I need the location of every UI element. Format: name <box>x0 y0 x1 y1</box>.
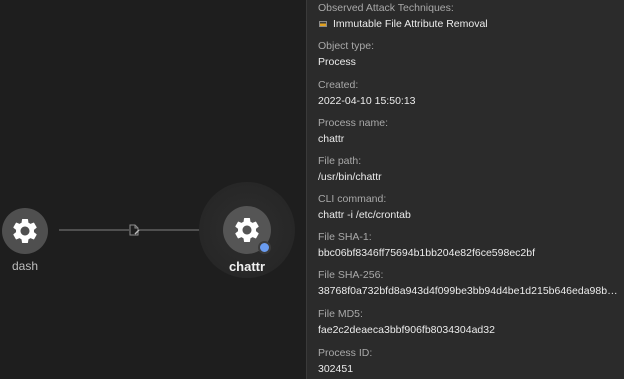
field-label: File SHA-1: <box>318 231 372 243</box>
node-label: chattr <box>228 259 266 274</box>
field-value: /usr/bin/chattr <box>318 171 382 183</box>
process-graph-canvas[interactable]: dash chattr <box>0 0 306 379</box>
object-type-field: Object type: Process <box>318 39 618 69</box>
field-label: File path: <box>318 155 362 167</box>
md5-field: File MD5: fae2c2deaeca3bbf906fb8034304ad… <box>318 307 618 337</box>
field-value: chattr -i /etc/crontab <box>318 209 411 221</box>
field-label: Created: <box>318 79 359 91</box>
process-id-field: Process ID: 302451 <box>318 346 618 376</box>
gear-icon <box>13 219 37 243</box>
cli-command-field: CLI command: chattr -i /etc/crontab <box>318 192 618 222</box>
file-edit-icon <box>129 224 140 236</box>
field-value: 302451 <box>318 363 354 375</box>
technique-severity-icon <box>319 21 327 27</box>
field-label: File SHA-256: <box>318 269 384 281</box>
field-label: File MD5: <box>318 308 363 320</box>
technique-name[interactable]: Immutable File Attribute Removal <box>333 17 488 31</box>
sha1-field: File SHA-1: bbc06bf8346ff75694b1bb204e82… <box>318 230 618 260</box>
graph-node-chattr[interactable]: chattr <box>216 200 278 278</box>
field-value: Process <box>318 56 356 68</box>
details-panel: Observed Attack Techniques: Immutable Fi… <box>306 0 624 379</box>
gear-icon <box>235 218 259 242</box>
created-field: Created: 2022-04-10 15:50:13 <box>318 78 618 108</box>
attack-techniques-section: Observed Attack Techniques: Immutable Fi… <box>318 1 618 31</box>
field-value: 38768f0a732bfd8a943d4f099be3bb94d4be1d21… <box>318 285 618 297</box>
node-circle[interactable] <box>2 208 48 254</box>
attack-technique-item[interactable]: Immutable File Attribute Removal <box>318 17 618 31</box>
field-label: Object type: <box>318 40 375 52</box>
field-value: bbc06bf8346ff75694b1bb204e82f6ce598ec2bf <box>318 247 536 259</box>
field-label: Process ID: <box>318 347 373 359</box>
status-dot <box>258 241 271 254</box>
sha256-field: File SHA-256: 38768f0a732bfd8a943d4f099b… <box>318 268 618 298</box>
process-name-field: Process name: chattr <box>318 116 618 146</box>
node-label: dash <box>11 259 39 273</box>
file-path-field: File path: /usr/bin/chattr <box>318 154 618 184</box>
field-label: CLI command: <box>318 193 387 205</box>
field-value: chattr <box>318 133 345 145</box>
field-value: 2022-04-10 15:50:13 <box>318 95 416 107</box>
field-label: Process name: <box>318 117 389 129</box>
graph-node-dash[interactable]: dash <box>0 205 50 275</box>
field-value: fae2c2deaeca3bbf906fb8034304ad32 <box>318 324 495 336</box>
attack-techniques-label: Observed Attack Techniques: <box>318 2 454 14</box>
